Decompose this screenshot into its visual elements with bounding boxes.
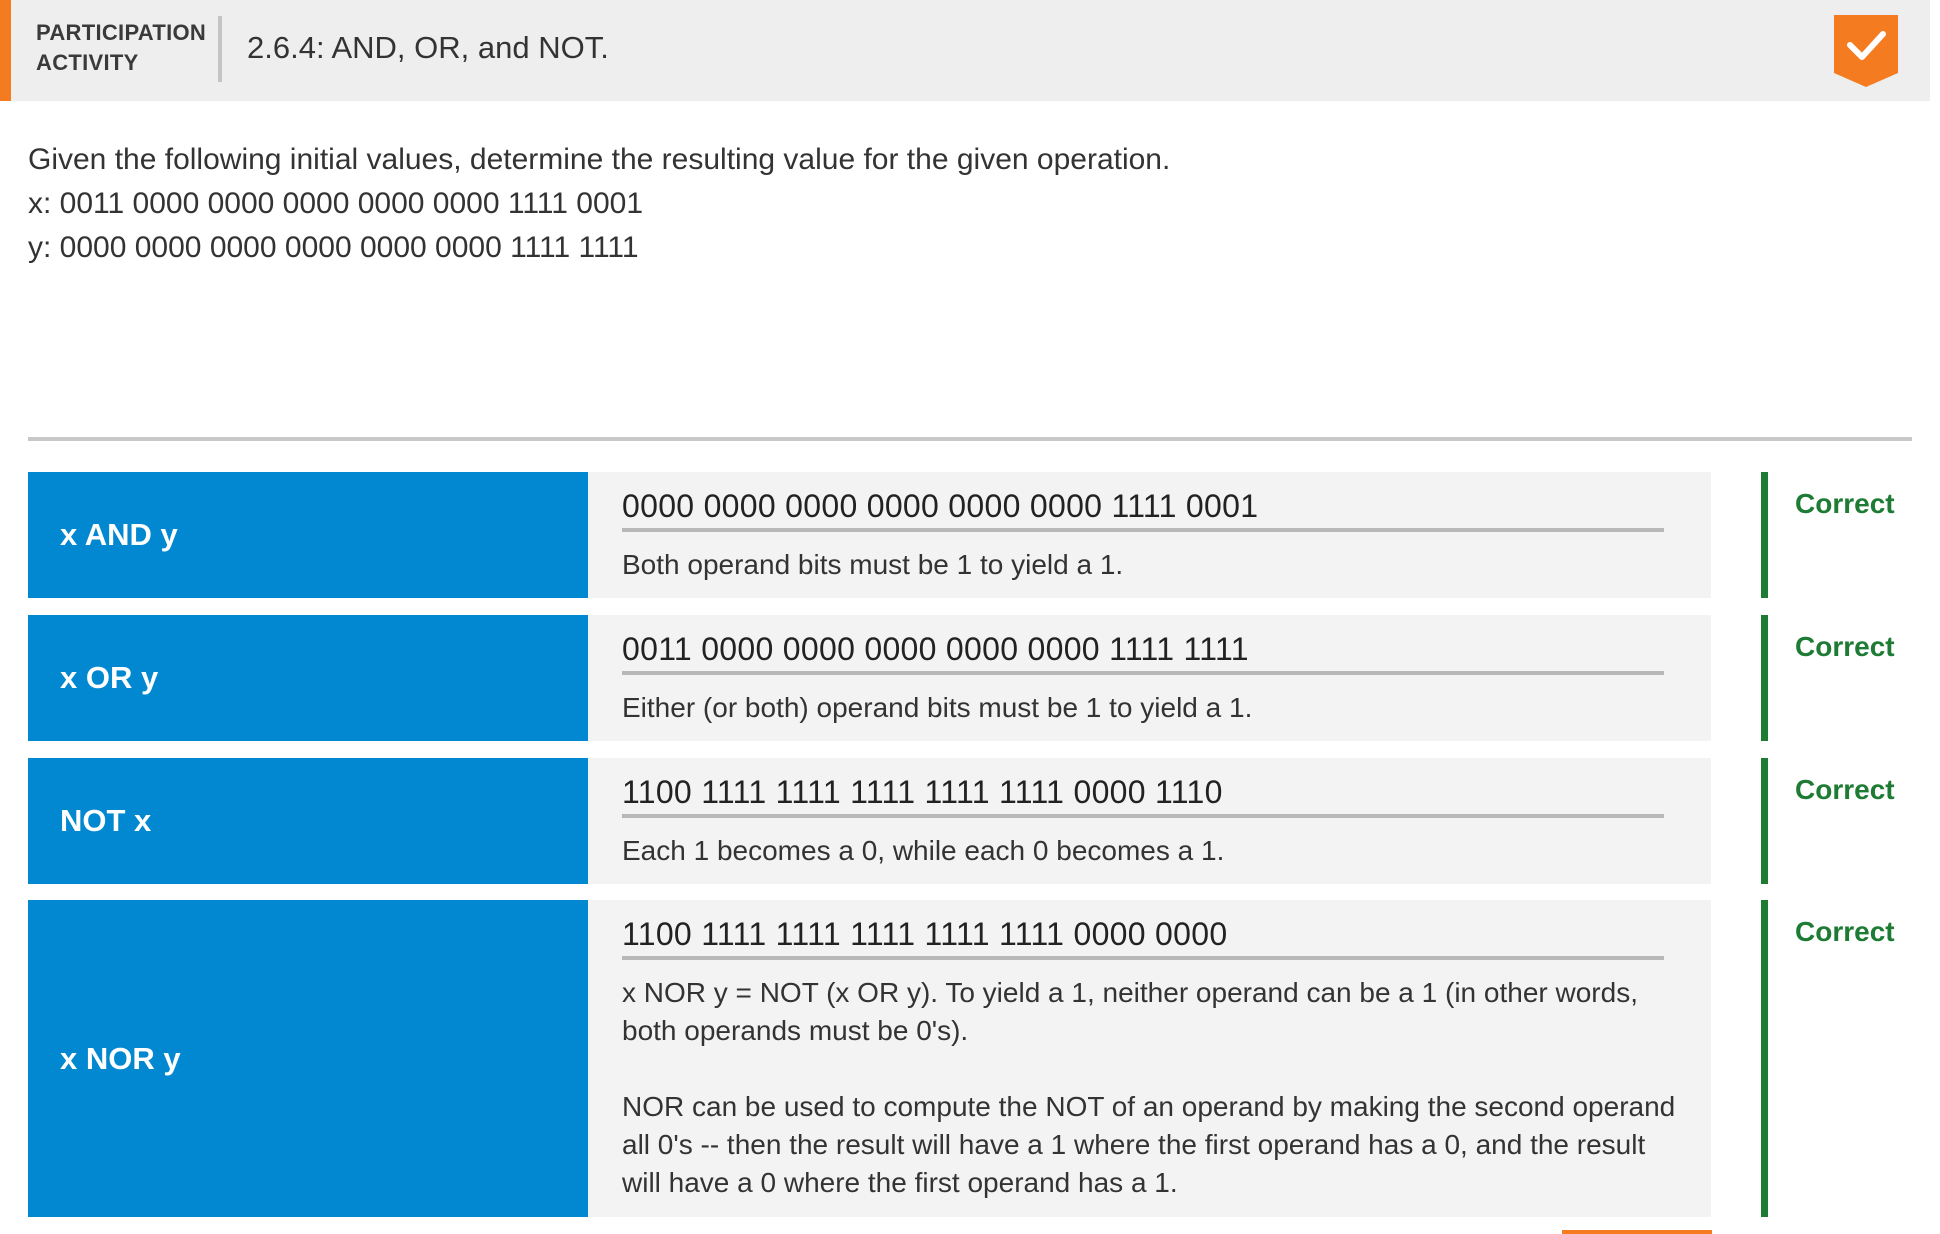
question-prompt: x NOR y xyxy=(28,900,588,1217)
question-row: NOT x 1100 1111 1111 1111 1111 1111 0000… xyxy=(28,758,1916,884)
activity-content: Given the following initial values, dete… xyxy=(4,101,1912,1234)
explanation: Either (or both) operand bits must be 1 … xyxy=(622,689,1682,727)
participation-activity: PARTICIPATION ACTIVITY 2.6.4: AND, OR, a… xyxy=(0,0,1940,1234)
activity-type-label: PARTICIPATION ACTIVITY xyxy=(36,18,206,78)
feedback-status: Correct xyxy=(1795,631,1895,662)
answer-box[interactable]: 0011 0000 0000 0000 0000 0000 1111 1111 … xyxy=(588,615,1711,741)
answer-box[interactable]: 1100 1111 1111 1111 1111 1111 0000 1110 … xyxy=(588,758,1711,884)
feedback-status: Correct xyxy=(1795,488,1895,519)
feedback-bar xyxy=(1761,900,1768,1217)
x-value: x: 0011 0000 0000 0000 0000 0000 1111 00… xyxy=(28,187,644,220)
explanation-text: NOR can be used to compute the NOT of an… xyxy=(622,1091,1676,1198)
question-row: x NOR y 1100 1111 1111 1111 1111 1111 00… xyxy=(28,900,1916,1217)
answer-input[interactable]: 1100 1111 1111 1111 1111 1111 0000 1110 xyxy=(622,772,1223,812)
feedback-bar xyxy=(1761,615,1768,741)
feedback-bar xyxy=(1761,472,1768,598)
separator xyxy=(28,437,1912,441)
activity-header: PARTICIPATION ACTIVITY 2.6.4: AND, OR, a… xyxy=(0,0,1930,101)
activity-type-line2: ACTIVITY xyxy=(36,50,139,75)
activity-type-line1: PARTICIPATION xyxy=(36,20,207,45)
feedback-status: Correct xyxy=(1795,916,1895,947)
answer-underline xyxy=(622,528,1664,532)
question-prompt: x AND y xyxy=(28,472,588,598)
explanation: Each 1 becomes a 0, while each 0 becomes… xyxy=(622,832,1682,870)
question-prompt: x OR y xyxy=(28,615,588,741)
instructions: Given the following initial values, dete… xyxy=(28,138,1170,270)
feedback-bar xyxy=(1761,758,1768,884)
y-value: y: 0000 0000 0000 0000 0000 0000 1111 11… xyxy=(28,231,639,264)
check-icon xyxy=(1834,15,1898,87)
question-row: x OR y 0011 0000 0000 0000 0000 0000 111… xyxy=(28,615,1916,741)
explanation-text: x NOR y = NOT (x OR y). To yield a 1, ne… xyxy=(622,977,1638,1046)
answer-underline xyxy=(622,956,1664,960)
explanation: Both operand bits must be 1 to yield a 1… xyxy=(622,546,1682,584)
question-prompt: NOT x xyxy=(28,758,588,884)
feedback-status: Correct xyxy=(1795,774,1895,805)
answer-box[interactable]: 1100 1111 1111 1111 1111 1111 0000 0000 … xyxy=(588,900,1711,1217)
activity-title: 2.6.4: AND, OR, and NOT. xyxy=(247,30,609,65)
header-divider xyxy=(218,16,222,82)
explanation-text: Either (or both) operand bits must be 1 … xyxy=(622,692,1253,723)
next-button-edge[interactable] xyxy=(1562,1230,1712,1234)
question-row: x AND y 0000 0000 0000 0000 0000 0000 11… xyxy=(28,472,1916,598)
answer-input[interactable]: 0000 0000 0000 0000 0000 0000 1111 0001 xyxy=(622,486,1258,526)
answer-underline xyxy=(622,671,1664,675)
explanation-text: Each 1 becomes a 0, while each 0 becomes… xyxy=(622,835,1225,866)
answer-box[interactable]: 0000 0000 0000 0000 0000 0000 1111 0001 … xyxy=(588,472,1711,598)
answer-input[interactable]: 1100 1111 1111 1111 1111 1111 0000 0000 xyxy=(622,914,1227,954)
explanation: x NOR y = NOT (x OR y). To yield a 1, ne… xyxy=(622,974,1682,1202)
instructions-text: Given the following initial values, dete… xyxy=(28,143,1171,176)
answer-underline xyxy=(622,814,1664,818)
explanation-text: Both operand bits must be 1 to yield a 1… xyxy=(622,549,1124,580)
answer-input[interactable]: 0011 0000 0000 0000 0000 0000 1111 1111 xyxy=(622,629,1249,669)
